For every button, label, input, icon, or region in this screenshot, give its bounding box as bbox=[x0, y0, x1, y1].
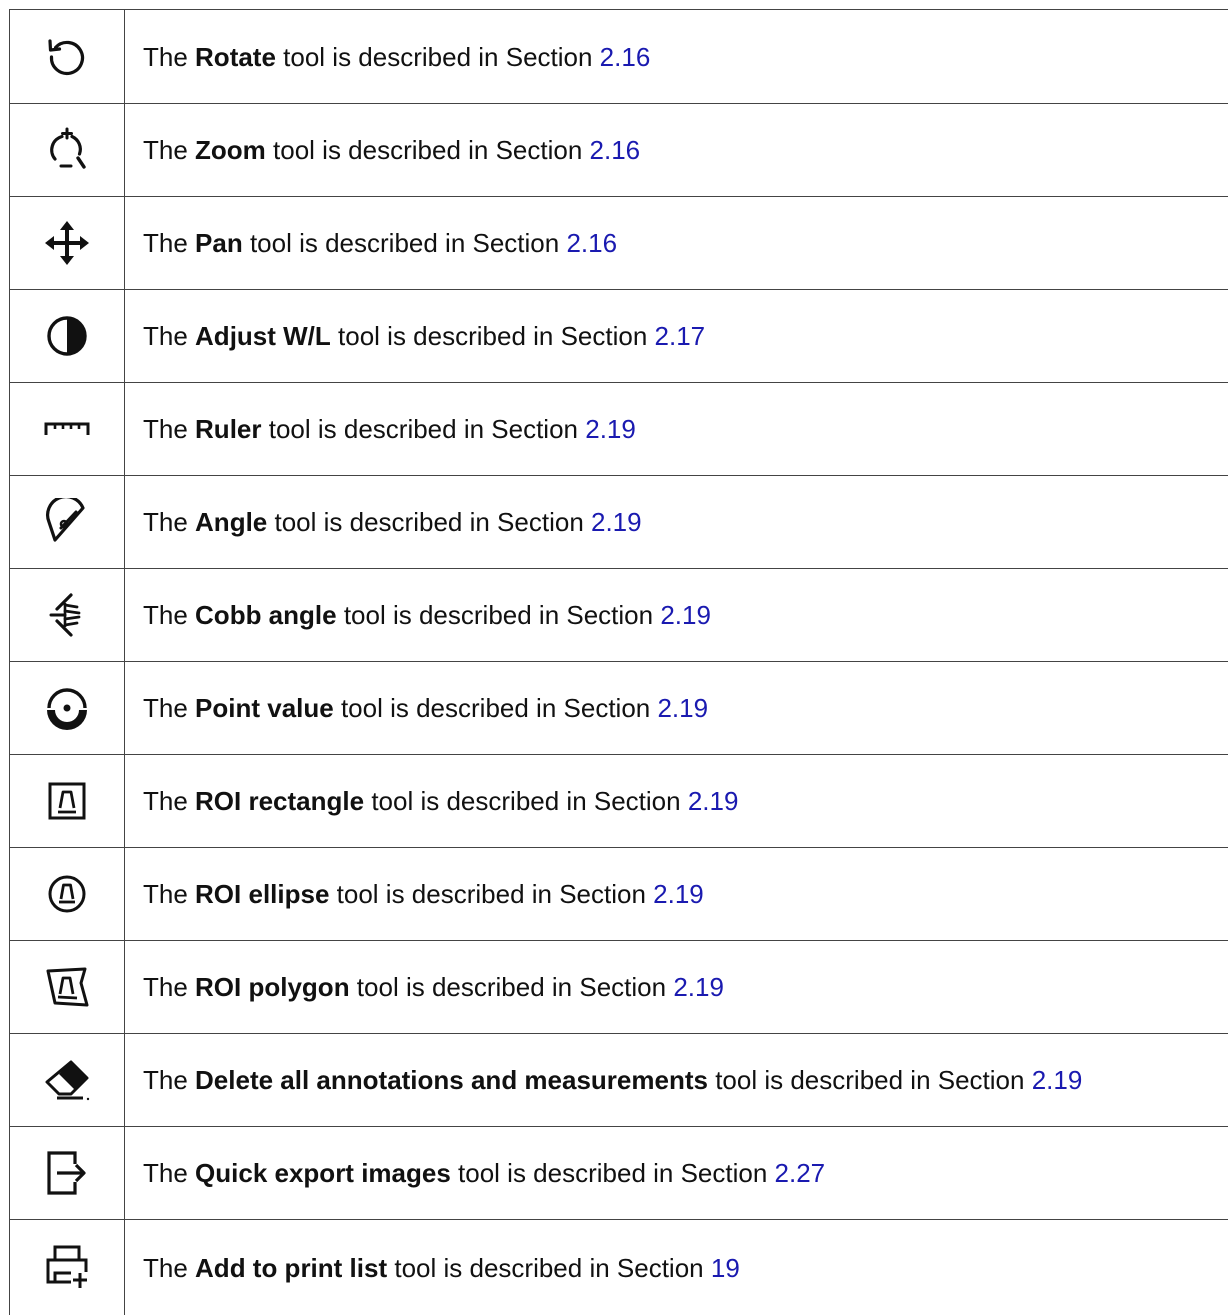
icon-cell bbox=[10, 755, 125, 848]
description-cell: The Add to print list tool is described … bbox=[125, 1220, 1228, 1315]
section-link[interactable]: 2.19 bbox=[660, 600, 711, 630]
tool-name: Angle bbox=[195, 507, 267, 537]
section-link[interactable]: 19 bbox=[711, 1253, 740, 1283]
roi-rectangle-icon bbox=[43, 777, 91, 825]
pan-icon bbox=[43, 219, 91, 267]
table-row: The Point value tool is described in Sec… bbox=[10, 662, 1228, 755]
description-cell: The Quick export images tool is describe… bbox=[125, 1127, 1228, 1220]
tool-name: Pan bbox=[195, 228, 243, 258]
tool-name: Delete all annotations and measurements bbox=[195, 1065, 708, 1095]
tool-description: The Quick export images tool is describe… bbox=[143, 1155, 1218, 1191]
description-cell: The Angle tool is described in Section 2… bbox=[125, 476, 1228, 569]
table-row: The ROI ellipse tool is described in Sec… bbox=[10, 848, 1228, 941]
table-row: The ROI polygon tool is described in Sec… bbox=[10, 941, 1228, 1034]
section-link[interactable]: 2.19 bbox=[1032, 1065, 1083, 1095]
table-row: The Delete all annotations and measureme… bbox=[10, 1034, 1228, 1127]
description-cell: The Delete all annotations and measureme… bbox=[125, 1034, 1228, 1127]
printer-add-icon bbox=[43, 1244, 91, 1292]
section-link[interactable]: 2.19 bbox=[688, 786, 739, 816]
icon-cell bbox=[10, 1127, 125, 1220]
zoom-icon bbox=[43, 126, 91, 174]
description-cell: The Zoom tool is described in Section 2.… bbox=[125, 104, 1228, 197]
icon-cell bbox=[10, 383, 125, 476]
tool-name: Cobb angle bbox=[195, 600, 337, 630]
tool-description: The Point value tool is described in Sec… bbox=[143, 690, 1218, 726]
description-cell: The ROI ellipse tool is described in Sec… bbox=[125, 848, 1228, 941]
icon-cell bbox=[10, 662, 125, 755]
icon-cell bbox=[10, 290, 125, 383]
tool-description: The Cobb angle tool is described in Sect… bbox=[143, 597, 1218, 633]
rotate-icon bbox=[43, 33, 91, 81]
section-link[interactable]: 2.16 bbox=[566, 228, 617, 258]
tool-description: The Pan tool is described in Section 2.1… bbox=[143, 225, 1218, 261]
tool-name: Add to print list bbox=[195, 1253, 387, 1283]
description-cell: The ROI rectangle tool is described in S… bbox=[125, 755, 1228, 848]
section-link[interactable]: 2.19 bbox=[653, 879, 704, 909]
table-row: The Quick export images tool is describe… bbox=[10, 1127, 1228, 1220]
icon-cell bbox=[10, 941, 125, 1034]
tool-name: Point value bbox=[195, 693, 334, 723]
section-link[interactable]: 2.19 bbox=[585, 414, 636, 444]
cobb-angle-icon bbox=[43, 591, 91, 639]
tool-name: ROI ellipse bbox=[195, 879, 329, 909]
section-link[interactable]: 2.27 bbox=[775, 1158, 826, 1188]
description-cell: The Cobb angle tool is described in Sect… bbox=[125, 569, 1228, 662]
icon-cell bbox=[10, 1034, 125, 1127]
table-row: The Zoom tool is described in Section 2.… bbox=[10, 104, 1228, 197]
tool-name: ROI rectangle bbox=[195, 786, 364, 816]
section-link[interactable]: 2.17 bbox=[655, 321, 706, 351]
description-cell: The Adjust W/L tool is described in Sect… bbox=[125, 290, 1228, 383]
tool-description: The Add to print list tool is described … bbox=[143, 1250, 1218, 1286]
table-row: The Pan tool is described in Section 2.1… bbox=[10, 197, 1228, 290]
tool-description: The Delete all annotations and measureme… bbox=[143, 1062, 1218, 1098]
tool-name: Adjust W/L bbox=[195, 321, 331, 351]
tool-name: Ruler bbox=[195, 414, 261, 444]
tool-reference-table: The Rotate tool is described in Section … bbox=[9, 9, 1228, 1315]
tool-description: The ROI rectangle tool is described in S… bbox=[143, 783, 1218, 819]
ruler-icon bbox=[43, 405, 91, 453]
icon-cell bbox=[10, 197, 125, 290]
tool-description: The Adjust W/L tool is described in Sect… bbox=[143, 318, 1218, 354]
table-row: The Add to print list tool is described … bbox=[10, 1220, 1228, 1315]
description-cell: The ROI polygon tool is described in Sec… bbox=[125, 941, 1228, 1034]
tool-description: The Angle tool is described in Section 2… bbox=[143, 504, 1218, 540]
section-link[interactable]: 2.19 bbox=[657, 693, 708, 723]
tool-description: The ROI polygon tool is described in Sec… bbox=[143, 969, 1218, 1005]
tool-name: Quick export images bbox=[195, 1158, 451, 1188]
tool-description: The Rotate tool is described in Section … bbox=[143, 39, 1218, 75]
tool-description: The ROI ellipse tool is described in Sec… bbox=[143, 876, 1218, 912]
table-row: The Cobb angle tool is described in Sect… bbox=[10, 569, 1228, 662]
tool-description: The Ruler tool is described in Section 2… bbox=[143, 411, 1218, 447]
tool-description: The Zoom tool is described in Section 2.… bbox=[143, 132, 1218, 168]
tool-name: ROI polygon bbox=[195, 972, 350, 1002]
section-link[interactable]: 2.19 bbox=[591, 507, 642, 537]
section-link[interactable]: 2.16 bbox=[600, 42, 651, 72]
tool-name: Zoom bbox=[195, 135, 266, 165]
table-row: The Rotate tool is described in Section … bbox=[10, 10, 1228, 104]
tool-name: Rotate bbox=[195, 42, 276, 72]
icon-cell bbox=[10, 1220, 125, 1315]
icon-cell bbox=[10, 104, 125, 197]
adjust-wl-icon bbox=[43, 312, 91, 360]
icon-cell bbox=[10, 10, 125, 104]
point-value-icon bbox=[43, 684, 91, 732]
description-cell: The Pan tool is described in Section 2.1… bbox=[125, 197, 1228, 290]
icon-cell bbox=[10, 848, 125, 941]
table-row: The Ruler tool is described in Section 2… bbox=[10, 383, 1228, 476]
table-row: The Adjust W/L tool is described in Sect… bbox=[10, 290, 1228, 383]
section-link[interactable]: 2.19 bbox=[673, 972, 724, 1002]
icon-cell bbox=[10, 476, 125, 569]
description-cell: The Rotate tool is described in Section … bbox=[125, 10, 1228, 104]
table-row: The Angle tool is described in Section 2… bbox=[10, 476, 1228, 569]
table-row: The ROI rectangle tool is described in S… bbox=[10, 755, 1228, 848]
angle-icon bbox=[43, 498, 91, 546]
eraser-icon bbox=[43, 1056, 91, 1104]
description-cell: The Ruler tool is described in Section 2… bbox=[125, 383, 1228, 476]
description-cell: The Point value tool is described in Sec… bbox=[125, 662, 1228, 755]
roi-polygon-icon bbox=[43, 963, 91, 1011]
section-link[interactable]: 2.16 bbox=[590, 135, 641, 165]
roi-ellipse-icon bbox=[43, 870, 91, 918]
export-icon bbox=[43, 1149, 91, 1197]
icon-cell bbox=[10, 569, 125, 662]
